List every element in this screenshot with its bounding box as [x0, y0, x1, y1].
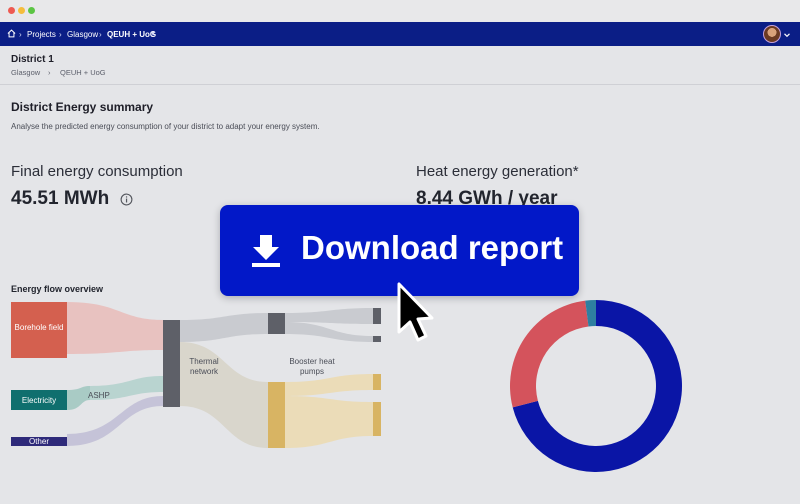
minimize-window-button[interactable] [18, 7, 25, 14]
flow-link-hub-top [285, 308, 373, 324]
info-icon[interactable] [120, 193, 133, 206]
consumption-value: 45.51 MWh [11, 188, 110, 209]
chevron-right-icon: › [59, 30, 62, 39]
donut-slice-2[interactable] [510, 300, 589, 408]
thermal-label: Thermal network [189, 357, 219, 376]
ashp-label: ASHP [88, 391, 110, 400]
download-icon [252, 235, 280, 267]
heat-generation-donut [510, 300, 682, 472]
sankey-node-output-2[interactable] [373, 336, 381, 342]
consumption-label: Final energy consumption [11, 163, 183, 180]
nav-crumb-glasgow[interactable]: Glasgow [67, 30, 98, 39]
chevron-right-icon: › [19, 30, 22, 39]
breadcrumb-project[interactable]: QEUH + UoG [60, 68, 106, 77]
sankey-node-booster[interactable] [268, 382, 285, 448]
generation-label: Heat energy generation* [416, 163, 579, 180]
flow-link-thermal-hub [180, 313, 268, 342]
mouse-pointer-icon [397, 282, 434, 342]
summary-description: Analyse the predicted energy consumption… [11, 122, 320, 131]
maximize-window-button[interactable] [28, 7, 35, 14]
top-navbar: › Projects › Glasgow › QEUH + UoG ▾ [0, 22, 800, 46]
electricity-label: Electricity [21, 396, 57, 405]
sankey-node-output-4[interactable] [373, 402, 381, 436]
window-titlebar [0, 0, 800, 22]
chevron-down-icon[interactable] [783, 31, 791, 39]
nav-crumb-project-selector[interactable]: QEUH + UoG [107, 30, 156, 39]
sankey-node-hub[interactable] [268, 313, 285, 334]
caret-down-icon[interactable]: ▾ [151, 29, 155, 38]
home-icon[interactable] [7, 29, 16, 38]
breadcrumb-glasgow[interactable]: Glasgow [11, 68, 40, 77]
booster-label: Booster heat pumps [289, 357, 335, 376]
chevron-right-icon: › [48, 68, 51, 77]
flow-link-booster-top [285, 374, 373, 396]
sankey-node-thermal[interactable] [163, 320, 180, 407]
flow-link-borehole-thermal [67, 302, 163, 354]
nav-crumb-projects[interactable]: Projects [27, 30, 56, 39]
flow-link-booster-bottom [285, 396, 373, 448]
sankey-node-output-1[interactable] [373, 308, 381, 324]
energy-flow-title: Energy flow overview [11, 284, 104, 294]
summary-title: District Energy summary [11, 100, 154, 114]
page-title: District 1 [11, 54, 54, 65]
header-divider [0, 84, 800, 85]
chevron-right-icon: › [99, 30, 102, 39]
other-label: Other [28, 437, 49, 446]
flow-link-electricity-ashp [67, 386, 90, 410]
borehole-label: Borehole field [14, 323, 64, 332]
download-report-label: Download report [301, 229, 564, 266]
sankey-node-output-3[interactable] [373, 374, 381, 390]
flow-link-hub-bottom [285, 322, 373, 342]
user-avatar[interactable] [763, 25, 781, 43]
close-window-button[interactable] [8, 7, 15, 14]
